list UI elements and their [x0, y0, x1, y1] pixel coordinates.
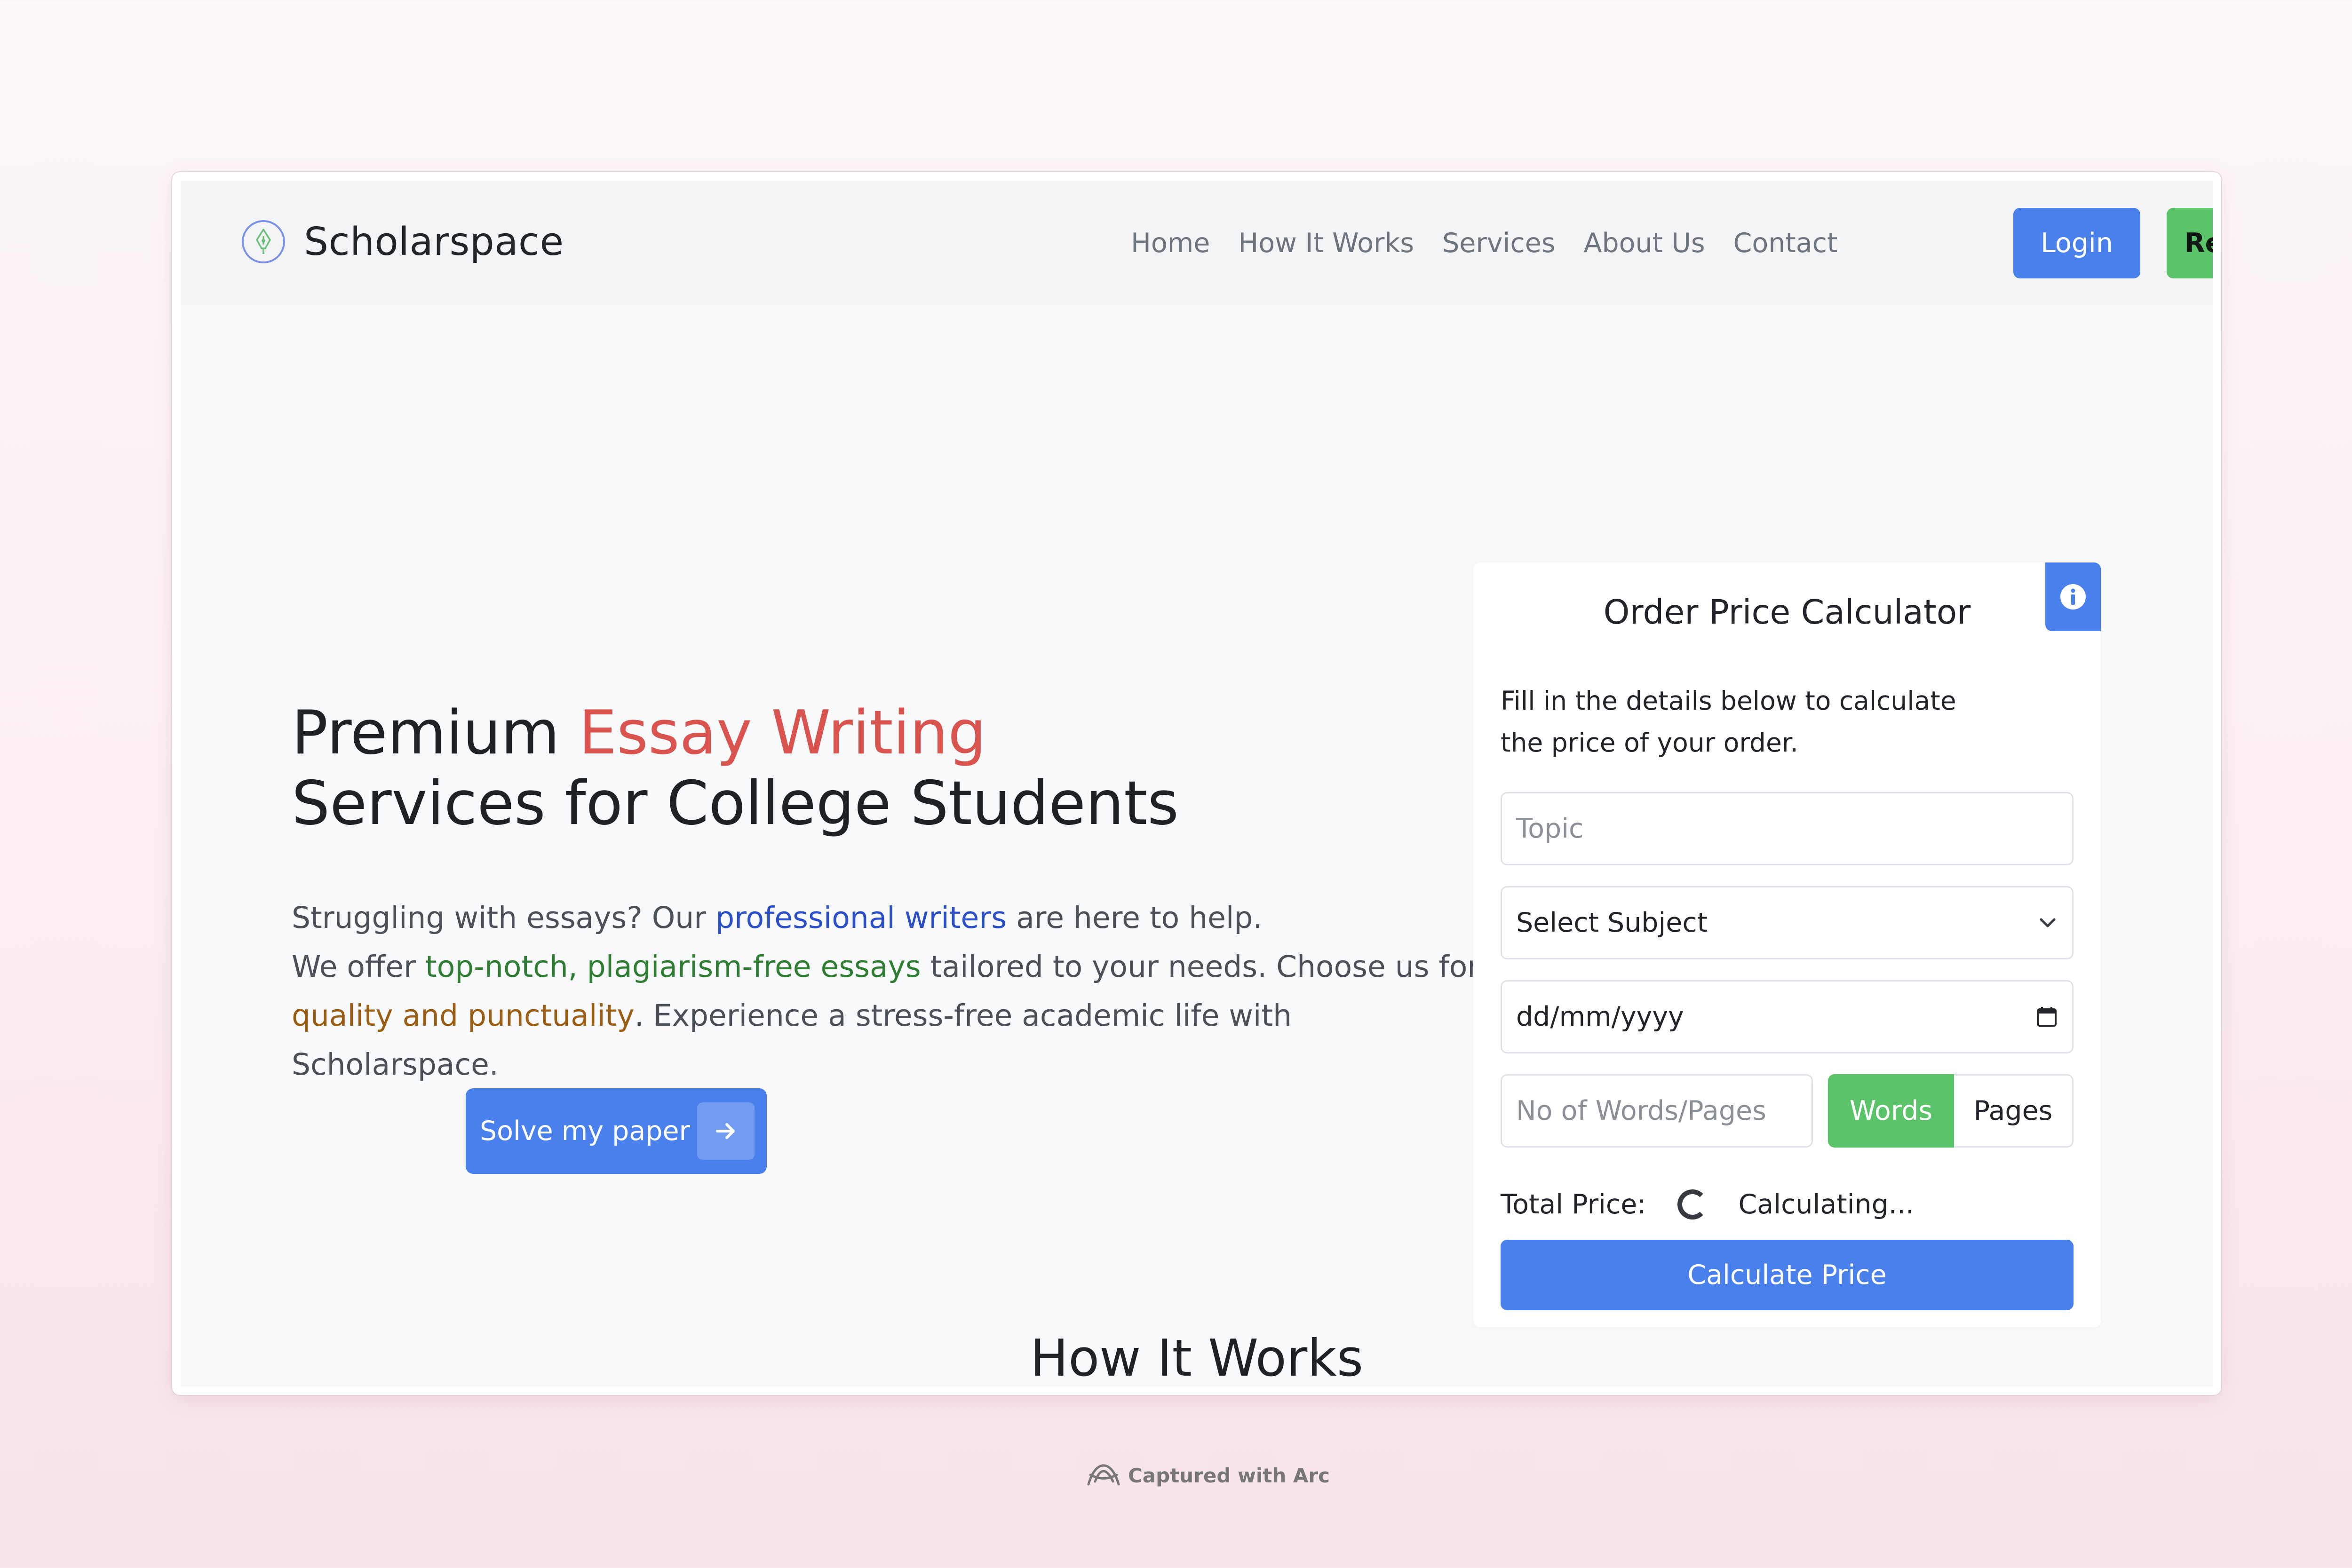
solve-button-label: Solve my paper: [480, 1116, 690, 1147]
order-price-calculator: Order Price Calculator Fill in the detai…: [1473, 562, 2101, 1327]
brand[interactable]: Scholarspace: [241, 219, 564, 264]
nav-links: Home How It Works Services About Us Cont…: [1131, 228, 1866, 259]
how-it-works-heading: How It Works: [1030, 1329, 1364, 1386]
web-page: Scholarspace Home How It Works Services …: [181, 181, 2213, 1386]
brand-name: Scholarspace: [304, 219, 564, 264]
hero-desc-text-2: are here to help.: [1007, 901, 1263, 935]
hero-description: Struggling with essays? Our professional…: [292, 894, 1496, 1089]
login-button[interactable]: Login: [2013, 208, 2140, 278]
captured-with-arc: Captured with Arc: [1086, 1461, 1330, 1490]
total-price-row: Total Price: Calculating...: [1501, 1179, 1914, 1230]
highlight-quality: quality and punctuality: [292, 998, 635, 1033]
nav-link-services[interactable]: Services: [1442, 228, 1555, 259]
hero-desc-text-1: Struggling with essays? Our: [292, 901, 716, 935]
calculating-status: Calculating...: [1738, 1189, 1915, 1220]
subject-select-value: Select Subject: [1516, 907, 1708, 938]
subject-select[interactable]: Select Subject: [1501, 886, 2074, 959]
calculate-price-button[interactable]: Calculate Price: [1501, 1240, 2074, 1310]
calculator-title: Order Price Calculator: [1603, 593, 1971, 632]
toggle-words-button[interactable]: Words: [1828, 1074, 1954, 1148]
hero-desc-text-3: We offer: [292, 950, 426, 984]
hero-title-part2: Services for College Students: [292, 768, 1179, 839]
date-value: dd/mm/yyyy: [1516, 1001, 1684, 1032]
pen-nib-icon: [242, 220, 285, 263]
highlight-plagiarism-free: top-notch, plagiarism-free essays: [425, 950, 921, 984]
hero-title-part1: Premium: [292, 698, 579, 768]
hero-desc-text-4: tailored to your needs. Choose us for: [921, 950, 1480, 984]
deadline-date-input[interactable]: dd/mm/yyyy: [1501, 980, 2074, 1053]
hero-title: Premium Essay Writing Services for Colleg…: [292, 698, 1515, 839]
arrow-right-icon: [697, 1102, 755, 1160]
highlight-professional-writers: professional writers: [715, 901, 1007, 935]
calculator-description: Fill in the details below to calculate t…: [1501, 686, 1956, 758]
nav-link-how-it-works[interactable]: How It Works: [1238, 228, 1414, 259]
navbar: Scholarspace Home How It Works Services …: [181, 181, 2213, 305]
toggle-pages-button[interactable]: Pages: [1954, 1074, 2074, 1148]
word-count-input[interactable]: No of Words/Pages: [1501, 1074, 1813, 1148]
loading-spinner-icon: [1677, 1189, 1708, 1220]
total-price-label: Total Price:: [1501, 1189, 1646, 1220]
solve-my-paper-button[interactable]: Solve my paper: [466, 1088, 767, 1174]
browser-window: Scholarspace Home How It Works Services …: [172, 172, 2221, 1395]
nav-link-contact[interactable]: Contact: [1733, 228, 1838, 259]
chevron-down-icon: [2040, 918, 2056, 927]
arc-logo-icon: [1087, 1464, 1120, 1486]
unit-toggle: Words Pages: [1828, 1074, 2074, 1148]
nav-link-home[interactable]: Home: [1131, 228, 1210, 259]
capture-label: Captured with Arc: [1128, 1464, 1330, 1487]
topic-input[interactable]: Topic: [1501, 792, 2074, 865]
calendar-icon[interactable]: [2035, 1006, 2058, 1028]
register-button[interactable]: Register: [2167, 208, 2213, 278]
hero-title-accent: Essay Writing: [579, 698, 986, 768]
nav-link-about-us[interactable]: About Us: [1583, 228, 1705, 259]
